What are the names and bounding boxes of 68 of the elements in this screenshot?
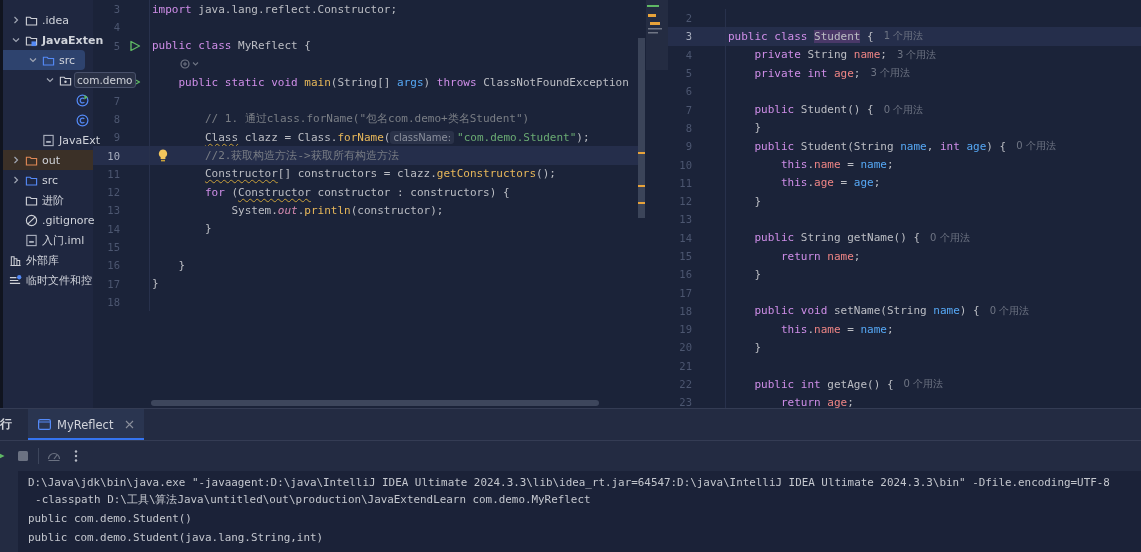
tree-label: out	[42, 153, 60, 167]
console-line: public com.demo.Student(java.lang.String,int)	[28, 530, 324, 544]
console-line: -classpath D:\工具\算法Java\untitled\out\production\JavaExtendLearn com.demo.MyReflect	[35, 493, 591, 508]
tree-item[interactable]: 入门.iml	[3, 230, 93, 250]
tree-item[interactable]: JavaExten	[3, 30, 106, 50]
console-line: public com.demo.Student()	[28, 512, 192, 526]
code-line: this.name = name;	[780, 322, 894, 336]
code-line: // 1. 通过class.forName("包名com.demo+类名Student")	[204, 111, 530, 127]
tree-label: 进阶	[42, 192, 64, 208]
tree-label: src	[42, 173, 59, 187]
code-line: Class clazz = Class.forName( className: "com.demo.Student");	[204, 130, 590, 144]
code-line: public void setName(String name) {	[754, 304, 980, 318]
code-line: public class MyReflect {	[152, 39, 311, 53]
tree-label: .gitignore	[42, 213, 95, 227]
code-line: import java.lang.reflect.Constructor;	[152, 2, 398, 16]
tree-label: 外部库	[26, 252, 59, 268]
code-line: this.age = age;	[780, 176, 881, 190]
code-line: for (Constructor constructor : constructors) {	[204, 185, 510, 199]
code-line: System.out.println(constructor);	[231, 203, 444, 217]
line-number: 3	[684, 30, 693, 43]
tree-item[interactable]: .idea	[3, 10, 93, 30]
usage-hint[interactable]: 3 个用法	[870, 66, 910, 81]
tree-label: src	[59, 53, 76, 67]
code-line: }	[204, 222, 212, 236]
code-line: public String getName() {	[754, 231, 921, 245]
code-line: return name;	[780, 249, 861, 263]
code-line: private int age;	[754, 66, 861, 80]
code-line: }	[754, 267, 762, 281]
code-line: public Student() {	[754, 103, 874, 117]
tree-label: .idea	[42, 13, 70, 27]
code-line: return age;	[780, 395, 854, 408]
tree-item[interactable]: 临时文件和控	[3, 270, 94, 290]
code-line: public class Student {	[728, 29, 874, 43]
label-tooltip: com.demo	[74, 72, 136, 88]
code-line: public static void main(String[] args) throws ClassNotFoundException	[178, 75, 629, 89]
tree-item[interactable]: out	[3, 150, 93, 170]
tree-item[interactable]: src	[3, 170, 93, 190]
code-line: //2.获取构造方法->获取所有构造方法	[204, 148, 399, 163]
tree-label: 入门.iml	[42, 232, 85, 248]
code-line: }	[754, 341, 762, 354]
code-line: }	[754, 121, 762, 135]
code-line: this.name = name;	[780, 158, 894, 171]
code-line: Constructor[] constructors = clazz.getConstructors();	[204, 167, 556, 181]
usage-hint[interactable]: 0 个用法	[903, 377, 944, 392]
code-line: }	[152, 277, 159, 291]
console-line: D:\Java\jdk\bin\java.exe "-javaagent:D:\java\IntelliJ IDEA Ultimate 2024.3.3\lib\idea_rt.jar=64547:D:\java\IntelliJ IDEA Ultimate 2024.3.3\bin" -Dfile.encoding=UTF-8	[28, 475, 1110, 489]
usage-hint[interactable]: 3 个用法	[896, 47, 937, 62]
tree-item[interactable]: .gitignore	[3, 210, 97, 230]
usage-hint[interactable]: 0 个用法	[883, 102, 924, 117]
tree-item[interactable]: 外部库	[3, 250, 93, 270]
run-tab[interactable]: MyReflect	[28, 409, 145, 440]
tree-label: 临时文件和控	[26, 272, 92, 288]
tree-label: JavaExten	[42, 33, 104, 47]
code-line: public Student(String name, int age) {	[754, 139, 1007, 153]
tree-item[interactable]: 进阶	[3, 190, 93, 210]
tree-item[interactable]: src	[3, 50, 85, 70]
code-line: public int getAge() {	[754, 377, 894, 391]
usage-hint[interactable]: 0 个用法	[1016, 139, 1056, 154]
tree-item[interactable]: JavaExt	[3, 130, 102, 150]
code-line: }	[754, 194, 762, 208]
usage-hint[interactable]: 0 个用法	[989, 303, 1030, 318]
code-line: }	[178, 258, 186, 272]
tree-item[interactable]: com.demo	[3, 70, 138, 90]
panel-title: 行	[0, 417, 12, 432]
code-line: private String name;	[754, 48, 887, 62]
usage-hint[interactable]: 0 个用法	[930, 230, 970, 245]
tree-label: JavaExt	[59, 133, 100, 147]
line-number: 10	[106, 149, 120, 162]
